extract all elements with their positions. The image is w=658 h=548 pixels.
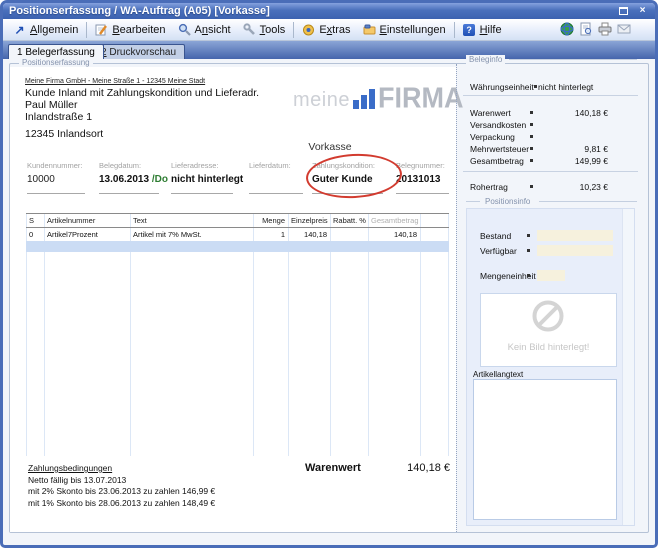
col-header-text: Text (130, 216, 253, 225)
sender-line: Meine Firma GmbH - Meine Straße 1 - 1234… (25, 78, 205, 85)
article-image-box: Kein Bild hinterlegt! (480, 293, 617, 367)
beleginfo-row-versandkosten: Versandkosten (470, 120, 638, 130)
positionsinfo-row-bestand: Bestand (480, 231, 620, 241)
restore-icon (619, 7, 628, 15)
red-annotation-circle (305, 152, 403, 201)
beleginfo-row-warenwert: Warenwert 140,18 € (470, 108, 638, 118)
col-header-s: S (26, 216, 44, 225)
menu-item-einstellungen[interactable]: Einstellungen (357, 21, 452, 39)
bullet-icon (527, 234, 530, 237)
bullet-icon (530, 135, 533, 138)
tab-druckvorschau[interactable]: 2 Druckvorschau (92, 44, 185, 59)
bullet-icon (527, 249, 530, 252)
address-line: Inlandstraße 1 (25, 111, 259, 123)
positionsinfo-label: Positionsinfo (482, 197, 533, 206)
beleginfo-row-mehrwertsteuer: Mehrwertsteuer 9,81 € (470, 144, 638, 154)
menu-item-allgemein[interactable]: ↗ Allgemein (7, 21, 84, 39)
menubar: ↗ Allgemein Bearbeiten Ansicht Tools (3, 19, 655, 41)
col-header-gesamtbetrag: Gesamtbetrag (368, 216, 420, 225)
bullet-icon (527, 274, 530, 277)
table-header: S Artikelnummer Text Menge Einzelpreis R… (26, 213, 449, 228)
bullet-icon (534, 85, 537, 88)
field-lieferadresse[interactable]: Lieferadresse: nicht hinterlegt (171, 161, 233, 194)
menu-separator (293, 22, 294, 38)
col-header-menge: Menge (253, 216, 288, 225)
document-preview[interactable]: Meine Firma GmbH - Meine Straße 1 - 1234… (10, 67, 456, 532)
verfuegbar-value-box (537, 245, 613, 256)
menu-item-hilfe[interactable]: ? Hilfe (457, 21, 508, 39)
app-window: Positionserfassung / WA-Auftrag (A05) [V… (0, 0, 658, 548)
close-button[interactable]: × (635, 4, 650, 17)
positionsinfo-scrollbar[interactable] (622, 209, 634, 525)
menu-separator (454, 22, 455, 38)
arrow-up-right-icon: ↗ (13, 23, 26, 36)
payment-terms-title: Zahlungsbedingungen (28, 463, 215, 475)
document-preview-icon[interactable] (579, 22, 593, 36)
menu-item-extras[interactable]: Extras (296, 21, 356, 39)
bar-chart-logo-icon (353, 89, 375, 109)
logo-text-firma: FIRMA (378, 86, 463, 110)
beleginfo-row-gesamtbetrag: Gesamtbetrag 149,99 € (470, 156, 638, 166)
restore-button[interactable] (616, 4, 631, 17)
settings-folder-icon (363, 23, 376, 36)
groupbox-label: Positionserfassung (19, 58, 93, 67)
logo-text-meine: meine (293, 90, 350, 110)
titlebar[interactable]: Positionserfassung / WA-Auftrag (A05) [V… (3, 3, 655, 19)
col-header-einzelpreis: Einzelpreis (288, 216, 330, 225)
artikellangtext-textarea[interactable] (473, 379, 617, 520)
beleginfo-row-waehrungseinheit: Währungseinheit nicht hinterlegt (470, 82, 638, 92)
beleginfo-label: Beleginfo (466, 55, 505, 64)
menu-item-ansicht[interactable]: Ansicht (172, 21, 237, 39)
bullet-icon (530, 123, 533, 126)
payment-terms-line: Netto fällig bis 13.07.2013 (28, 475, 215, 487)
close-icon: × (640, 5, 646, 16)
field-belegnummer[interactable]: Belegnummer: 20131013 (396, 161, 449, 194)
artikellangtext-label: Artikellangtext (473, 370, 523, 379)
address-block: Kunde Inland mit Zahlungskondition und L… (25, 87, 259, 123)
printer-icon[interactable] (598, 22, 612, 36)
help-question-icon: ? (463, 23, 476, 36)
positionsinfo-row-mengeneinheit: Mengeneinheit (480, 271, 620, 281)
magnifier-icon (178, 23, 191, 36)
edit-pencil-icon (95, 23, 108, 36)
mail-icon[interactable] (617, 22, 631, 36)
menu-item-bearbeiten[interactable]: Bearbeiten (89, 21, 171, 39)
mengeneinheit-value-box (537, 270, 565, 281)
address-line: Kunde Inland mit Zahlungskondition und L… (25, 87, 259, 99)
address-line: Paul Müller (25, 99, 259, 111)
warenwert-label: Warenwert (305, 462, 361, 474)
weekday-suffix: /Do (149, 174, 168, 185)
col-header-artikelnummer: Artikelnummer (44, 216, 130, 225)
window-title: Positionserfassung / WA-Auftrag (A05) [V… (3, 5, 270, 17)
field-belegdatum[interactable]: Belegdatum: 13.06.2013 /Do (99, 161, 159, 194)
menu-separator (86, 22, 87, 38)
payment-terms: Zahlungsbedingungen Netto fällig bis 13.… (28, 463, 215, 509)
address-city: 12345 Inlandsort (25, 128, 103, 140)
document-type: Vorkasse (295, 141, 365, 153)
no-image-icon (531, 299, 565, 338)
positionsinfo-row-verfuegbar: Verfügbar (480, 246, 620, 256)
beleginfo-row-rohertrag: Rohertrag 10,23 € (470, 182, 638, 192)
tabstrip: 1 Belegerfassung 2 Druckvorschau (3, 41, 655, 59)
extras-gold-icon (302, 23, 315, 36)
selected-empty-row[interactable] (26, 241, 449, 252)
tab-belegerfassung[interactable]: 1 Belegerfassung (8, 44, 104, 59)
field-kundennummer[interactable]: Kundennummer: 10000 (27, 161, 85, 194)
warenwert-value: 140,18 € (368, 462, 450, 474)
panel-splitter[interactable] (456, 64, 457, 532)
no-image-text: Kein Bild hinterlegt! (481, 342, 616, 353)
menu-item-tools[interactable]: Tools (237, 21, 292, 39)
company-logo: meine FIRMA (293, 87, 463, 110)
globe-icon[interactable] (560, 22, 574, 36)
wrench-icon (243, 23, 256, 36)
field-lieferdatum[interactable]: Lieferdatum: (249, 161, 303, 194)
beleginfo-row-verpackung: Verpackung (470, 132, 638, 142)
table-row[interactable]: 0 Artikel7Prozent Artikel mit 7% MwSt. 1… (26, 228, 449, 240)
col-header-rabatt: Rabatt. % (330, 216, 368, 225)
items-table[interactable]: S Artikelnummer Text Menge Einzelpreis R… (26, 213, 449, 456)
payment-terms-line: mit 2% Skonto bis 23.06.2013 zu zahlen 1… (28, 486, 215, 498)
bestand-value-box (537, 230, 613, 241)
payment-terms-line: mit 1% Skonto bis 28.06.2013 zu zahlen 1… (28, 498, 215, 510)
